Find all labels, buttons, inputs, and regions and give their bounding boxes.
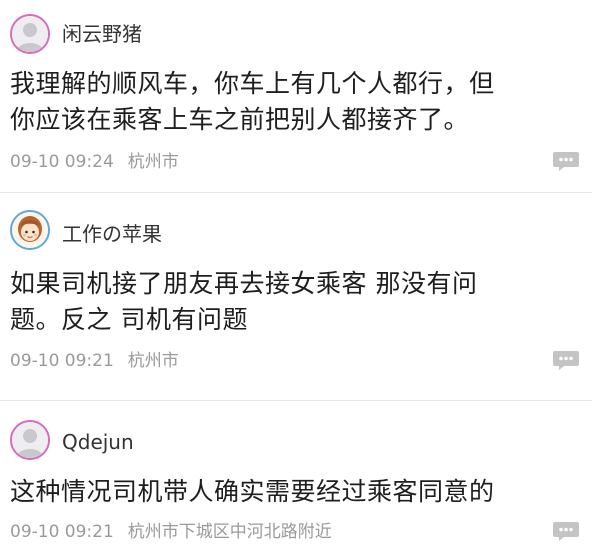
default-avatar-icon[interactable] <box>10 14 50 54</box>
comment-text-line: 这种情况司机带人确实需要经过乘客同意的 <box>10 477 495 506</box>
comment-text-line: 你应该在乘客上车之前把别人都接齐了。 <box>10 105 470 134</box>
reply-icon[interactable] <box>552 349 580 371</box>
comment-meta: 09-10 09:21 杭州市下城区中河北路附近 <box>10 522 332 542</box>
comment-time: 09-10 09:21 <box>10 522 114 542</box>
comment-text: 如果司机接了朋友再去接女乘客 那没有问 题。反之 司机有问题 <box>10 266 570 338</box>
reply-icon[interactable] <box>552 520 580 542</box>
comment-text-line: 如果司机接了朋友再去接女乘客 那没有问 <box>10 269 478 298</box>
comment-text: 这种情况司机带人确实需要经过乘客同意的 <box>10 474 570 510</box>
comment-text-line: 我理解的顺风车，你车上有几个人都行，但 <box>10 69 495 98</box>
username[interactable]: 工作の苹果 <box>62 222 162 246</box>
reply-icon[interactable] <box>552 150 580 172</box>
comment-location: 杭州市 <box>127 152 179 172</box>
divider <box>0 400 592 401</box>
divider <box>0 192 592 193</box>
username[interactable]: 闲云野猪 <box>62 22 142 46</box>
comment-location: 杭州市下城区中河北路附近 <box>127 522 332 542</box>
comment-location: 杭州市 <box>127 351 179 371</box>
comment-meta: 09-10 09:21 杭州市 <box>10 351 179 371</box>
comment-time: 09-10 09:21 <box>10 351 114 371</box>
comment-item: 工作の苹果 如果司机接了朋友再去接女乘客 那没有问 题。反之 司机有问题 09-… <box>0 196 592 396</box>
default-avatar-icon[interactable] <box>10 420 50 460</box>
cartoon-girl-avatar-icon[interactable] <box>10 210 50 250</box>
comment-time: 09-10 09:24 <box>10 152 114 172</box>
comment-item: 闲云野猪 我理解的顺风车，你车上有几个人都行，但 你应该在乘客上车之前把别人都接… <box>0 0 592 190</box>
comment-item: Qdejun 这种情况司机带人确实需要经过乘客同意的 09-10 09:21 杭州… <box>0 402 592 554</box>
comment-meta: 09-10 09:24 杭州市 <box>10 152 179 172</box>
comment-text: 我理解的顺风车，你车上有几个人都行，但 你应该在乘客上车之前把别人都接齐了。 <box>10 66 570 138</box>
username[interactable]: Qdejun <box>62 430 134 454</box>
comment-text-line: 题。反之 司机有问题 <box>10 305 248 334</box>
